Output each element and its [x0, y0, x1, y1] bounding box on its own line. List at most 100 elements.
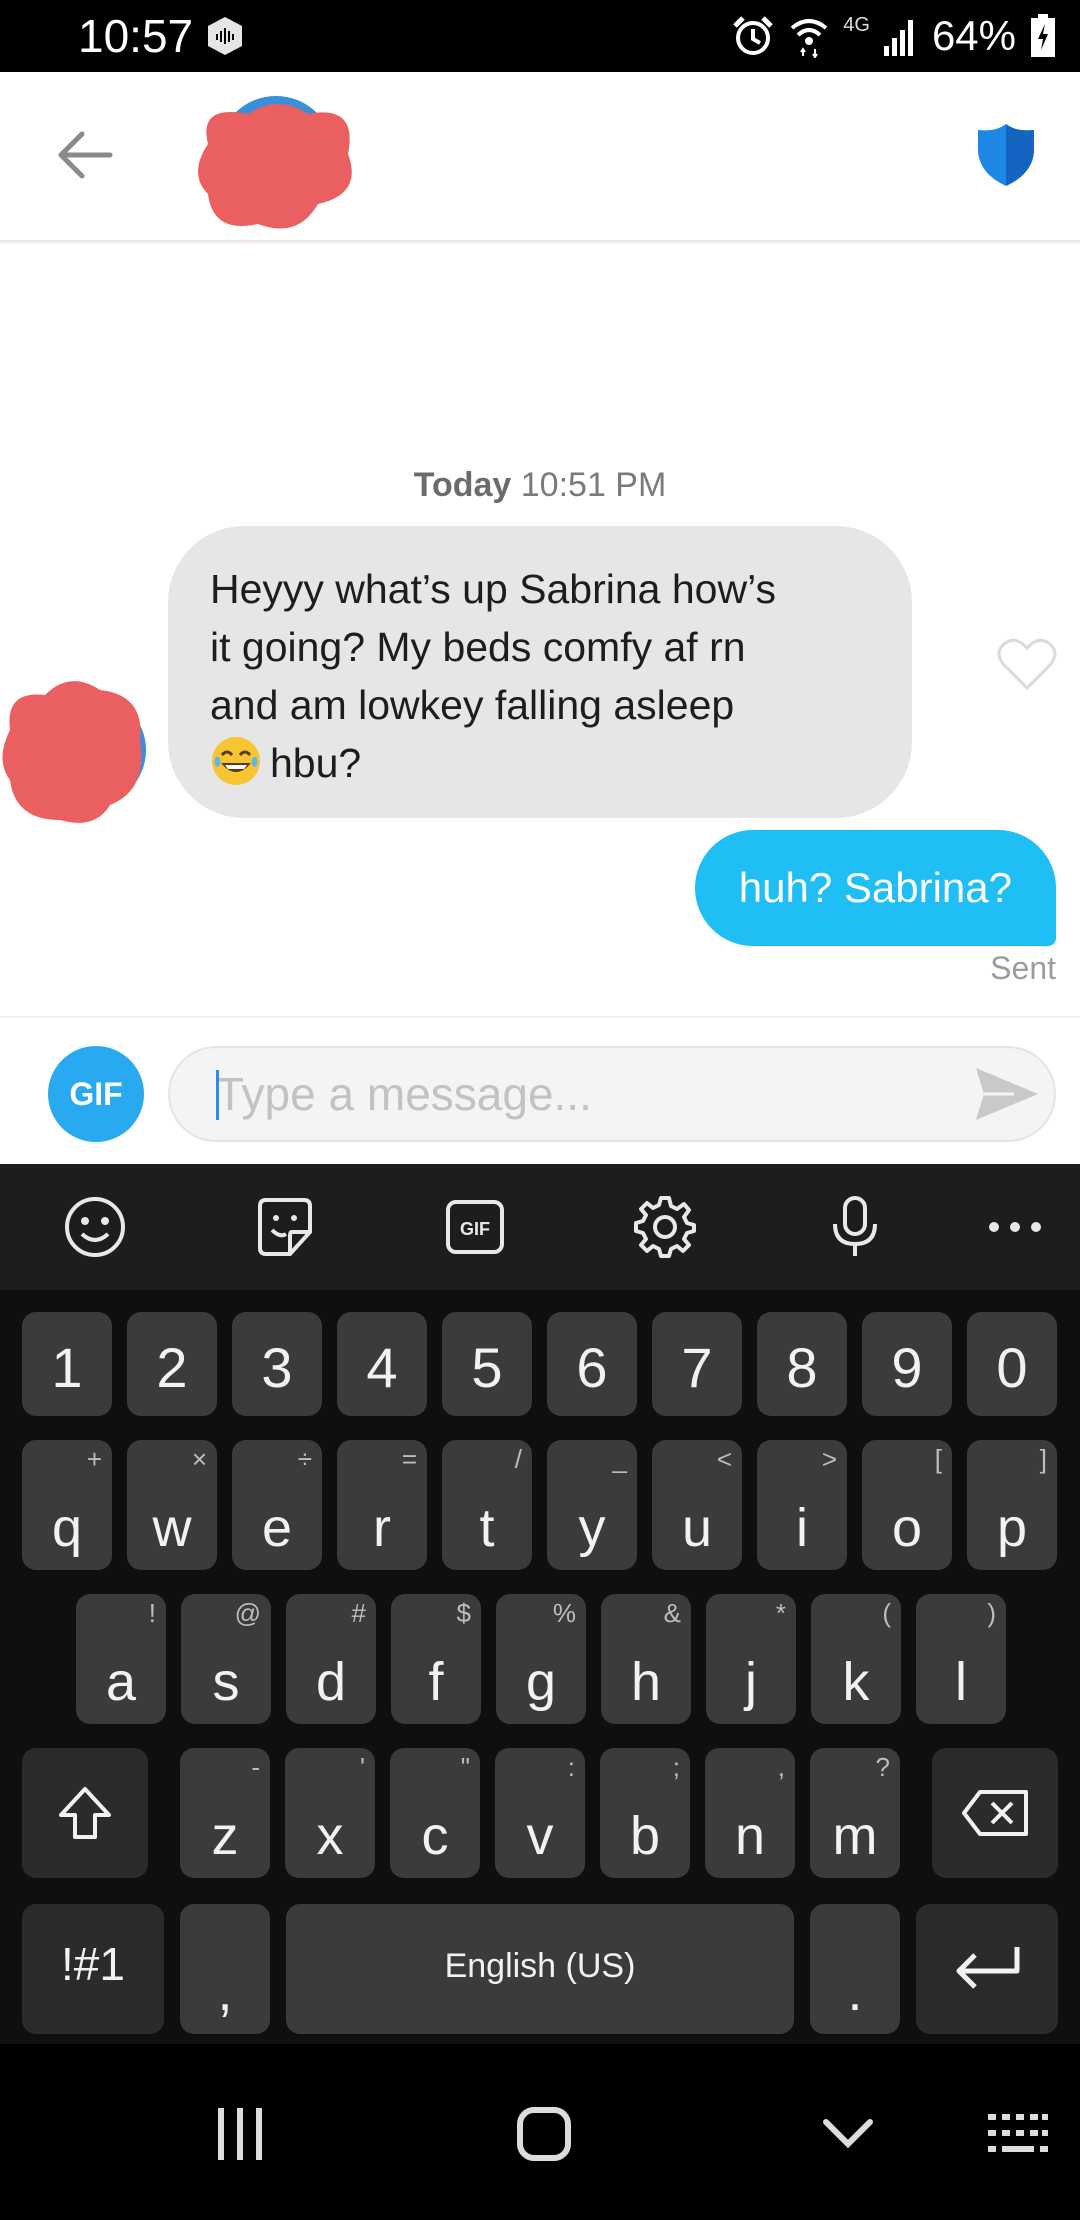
tears-of-joy-emoji-icon — [212, 737, 260, 785]
letter-key[interactable]: # d — [286, 1594, 376, 1724]
key-label: 0 — [996, 1336, 1028, 1399]
key-hint-label: ? — [875, 1752, 890, 1782]
key-hint-label: / — [514, 1444, 522, 1474]
letter-key[interactable]: ] p — [967, 1440, 1057, 1570]
number-key[interactable]: 6 — [547, 1312, 637, 1416]
shift-key[interactable] — [22, 1748, 148, 1878]
symbols-key[interactable]: !#1 — [22, 1904, 164, 2034]
send-icon[interactable] — [974, 1064, 1040, 1124]
letter-key[interactable]: > i — [757, 1440, 847, 1570]
key-label: 7 — [681, 1336, 713, 1399]
gif-icon[interactable]: GIF — [442, 1194, 508, 1260]
shield-icon[interactable] — [976, 122, 1036, 188]
keyboard-switch-icon[interactable] — [986, 2102, 1050, 2166]
number-key[interactable]: 4 — [337, 1312, 427, 1416]
avatar[interactable] — [188, 94, 368, 234]
backspace-key[interactable] — [932, 1748, 1058, 1878]
key-hint-label: = — [401, 1444, 417, 1474]
space-key[interactable]: English (US) — [286, 1904, 794, 2034]
battery-charging-icon — [1031, 14, 1055, 57]
letter-key[interactable]: < u — [652, 1440, 742, 1570]
letter-key[interactable]: = r — [337, 1440, 427, 1570]
period-key-label: . — [847, 1962, 863, 2022]
back-arrow-icon[interactable] — [52, 122, 118, 188]
letter-key[interactable]: ÷ e — [232, 1440, 322, 1570]
comma-key[interactable]: , — [180, 1904, 270, 2034]
letter-key[interactable]: & h — [601, 1594, 691, 1724]
letter-key[interactable]: :v — [495, 1748, 585, 1878]
sent-message-bubble[interactable]: huh? Sabrina? — [694, 830, 1056, 946]
letter-key[interactable]: ,n — [705, 1748, 795, 1878]
number-key[interactable]: 3 — [232, 1312, 322, 1416]
letter-key[interactable]: -z — [180, 1748, 270, 1878]
message-list[interactable]: Today 10:51 PM Heyyy what’s up Sabrina h… — [0, 244, 1080, 1016]
key-hint-label: * — [775, 1598, 786, 1628]
key-label: l — [955, 1652, 967, 1712]
enter-key[interactable] — [916, 1904, 1058, 2034]
key-label: u — [681, 1498, 713, 1558]
podcast-app-icon — [208, 17, 242, 55]
key-hint-label: + — [86, 1444, 102, 1474]
letter-key[interactable]: % g — [496, 1594, 586, 1724]
space-key-label: English (US) — [444, 1947, 636, 1985]
letter-key[interactable]: (k — [811, 1594, 901, 1724]
number-key[interactable]: 1 — [22, 1312, 112, 1416]
key-hint-label: ; — [672, 1752, 680, 1782]
gif-button[interactable]: GIF — [48, 1046, 144, 1142]
letter-key[interactable]: ) l — [916, 1594, 1006, 1724]
key-hint-label: : — [567, 1752, 575, 1782]
letter-key[interactable]: " c — [390, 1748, 480, 1878]
number-key[interactable]: 8 — [757, 1312, 847, 1416]
message-line-last: hbu? — [210, 734, 872, 792]
key-label: f — [428, 1652, 444, 1712]
status-icons: 4G 64% — [731, 8, 1056, 64]
key-hint-label: & — [663, 1598, 681, 1628]
hide-keyboard-icon[interactable] — [820, 2102, 876, 2166]
message-input[interactable] — [216, 1048, 956, 1140]
letter-key[interactable]: [o — [862, 1440, 952, 1570]
sender-avatar[interactable] — [0, 670, 148, 828]
key-hint-label: # — [351, 1598, 366, 1628]
letter-key[interactable]: $ f — [391, 1594, 481, 1724]
key-label: a — [105, 1652, 137, 1712]
message-line: and am lowkey falling asleep — [210, 682, 735, 728]
key-label: b — [629, 1806, 661, 1866]
number-key[interactable]: 9 — [862, 1312, 952, 1416]
key-label: e — [261, 1498, 293, 1558]
home-icon[interactable] — [514, 2102, 574, 2166]
key-label: n — [734, 1806, 766, 1866]
text-caret — [216, 1070, 219, 1120]
received-message-bubble[interactable]: Heyyy what’s up Sabrina how’s it going? … — [168, 526, 912, 818]
system-navigation-bar — [0, 2044, 1080, 2220]
letter-key[interactable]: ! a — [76, 1594, 166, 1724]
microphone-icon[interactable] — [822, 1194, 888, 1260]
key-label: i — [796, 1498, 808, 1558]
letter-key[interactable]: ; b — [600, 1748, 690, 1878]
sticker-icon[interactable] — [252, 1194, 318, 1260]
shift-icon — [59, 1787, 111, 1839]
key-hint-label: @ — [234, 1598, 261, 1628]
key-label: 9 — [891, 1336, 923, 1399]
recents-icon[interactable] — [212, 2102, 268, 2166]
like-heart-icon[interactable] — [996, 636, 1058, 692]
letter-key[interactable]: _ y — [547, 1440, 637, 1570]
settings-icon[interactable] — [632, 1194, 698, 1260]
period-key[interactable]: . — [810, 1904, 900, 2034]
message-input-container[interactable] — [168, 1046, 1056, 1142]
letter-key[interactable]: ' x — [285, 1748, 375, 1878]
number-key[interactable]: 5 — [442, 1312, 532, 1416]
letter-key[interactable]: + q — [22, 1440, 112, 1570]
number-key[interactable]: 7 — [652, 1312, 742, 1416]
letter-key[interactable]: * j — [706, 1594, 796, 1724]
emoji-icon[interactable] — [62, 1194, 128, 1260]
letter-key[interactable]: ? m — [810, 1748, 900, 1878]
more-icon[interactable] — [982, 1194, 1048, 1260]
letter-key[interactable]: / t — [442, 1440, 532, 1570]
number-key[interactable]: 2 — [127, 1312, 217, 1416]
message-composer: GIF — [0, 1016, 1080, 1164]
timestamp-time: 10:51 PM — [520, 466, 667, 504]
letter-key[interactable]: × w — [127, 1440, 217, 1570]
number-key[interactable]: 0 — [967, 1312, 1057, 1416]
letter-key[interactable]: @ s — [181, 1594, 271, 1724]
key-label: 8 — [786, 1336, 818, 1399]
